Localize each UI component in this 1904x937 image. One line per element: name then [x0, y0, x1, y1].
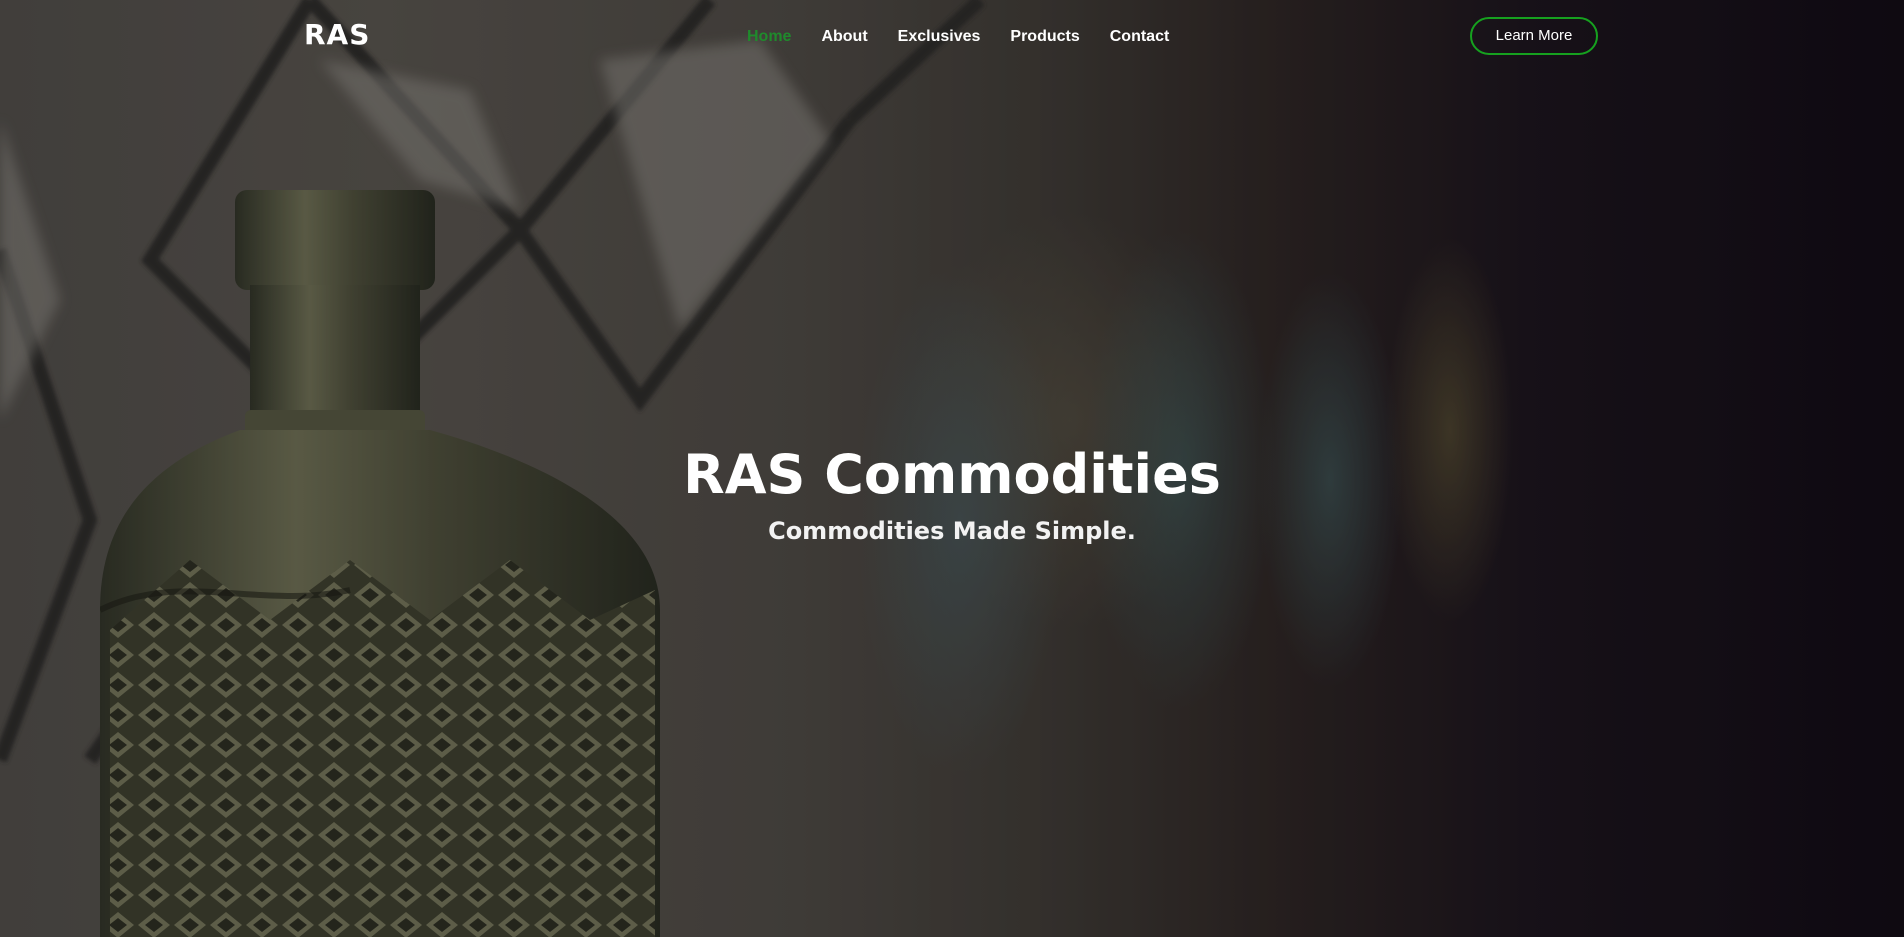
nav-item-about: About	[806, 26, 882, 48]
nav-menu: Home About Exclusives Products Contact	[732, 26, 1184, 48]
nav-item-exclusives: Exclusives	[883, 26, 996, 48]
nav-link-about[interactable]: About	[806, 26, 882, 48]
nav-item-home: Home	[732, 26, 806, 48]
nav-link-exclusives[interactable]: Exclusives	[883, 26, 996, 48]
nav-link-products[interactable]: Products	[995, 26, 1094, 48]
hero-subtitle: Commodities Made Simple.	[768, 517, 1136, 545]
nav-item-products: Products	[995, 26, 1094, 48]
nav-link-contact[interactable]: Contact	[1095, 26, 1185, 48]
learn-more-button[interactable]: Learn More	[1470, 17, 1598, 55]
nav-link-home[interactable]: Home	[732, 26, 806, 48]
navbar: RAS Home About Exclusives Products Conta…	[0, 0, 1904, 76]
logo[interactable]: RAS	[304, 18, 370, 51]
hero-section: RAS Home About Exclusives Products Conta…	[0, 0, 1904, 937]
nav-item-contact: Contact	[1095, 26, 1185, 48]
hero-title: RAS Commodities	[683, 443, 1221, 506]
hero-text: RAS Commodities Commodities Made Simple.	[0, 440, 1904, 548]
